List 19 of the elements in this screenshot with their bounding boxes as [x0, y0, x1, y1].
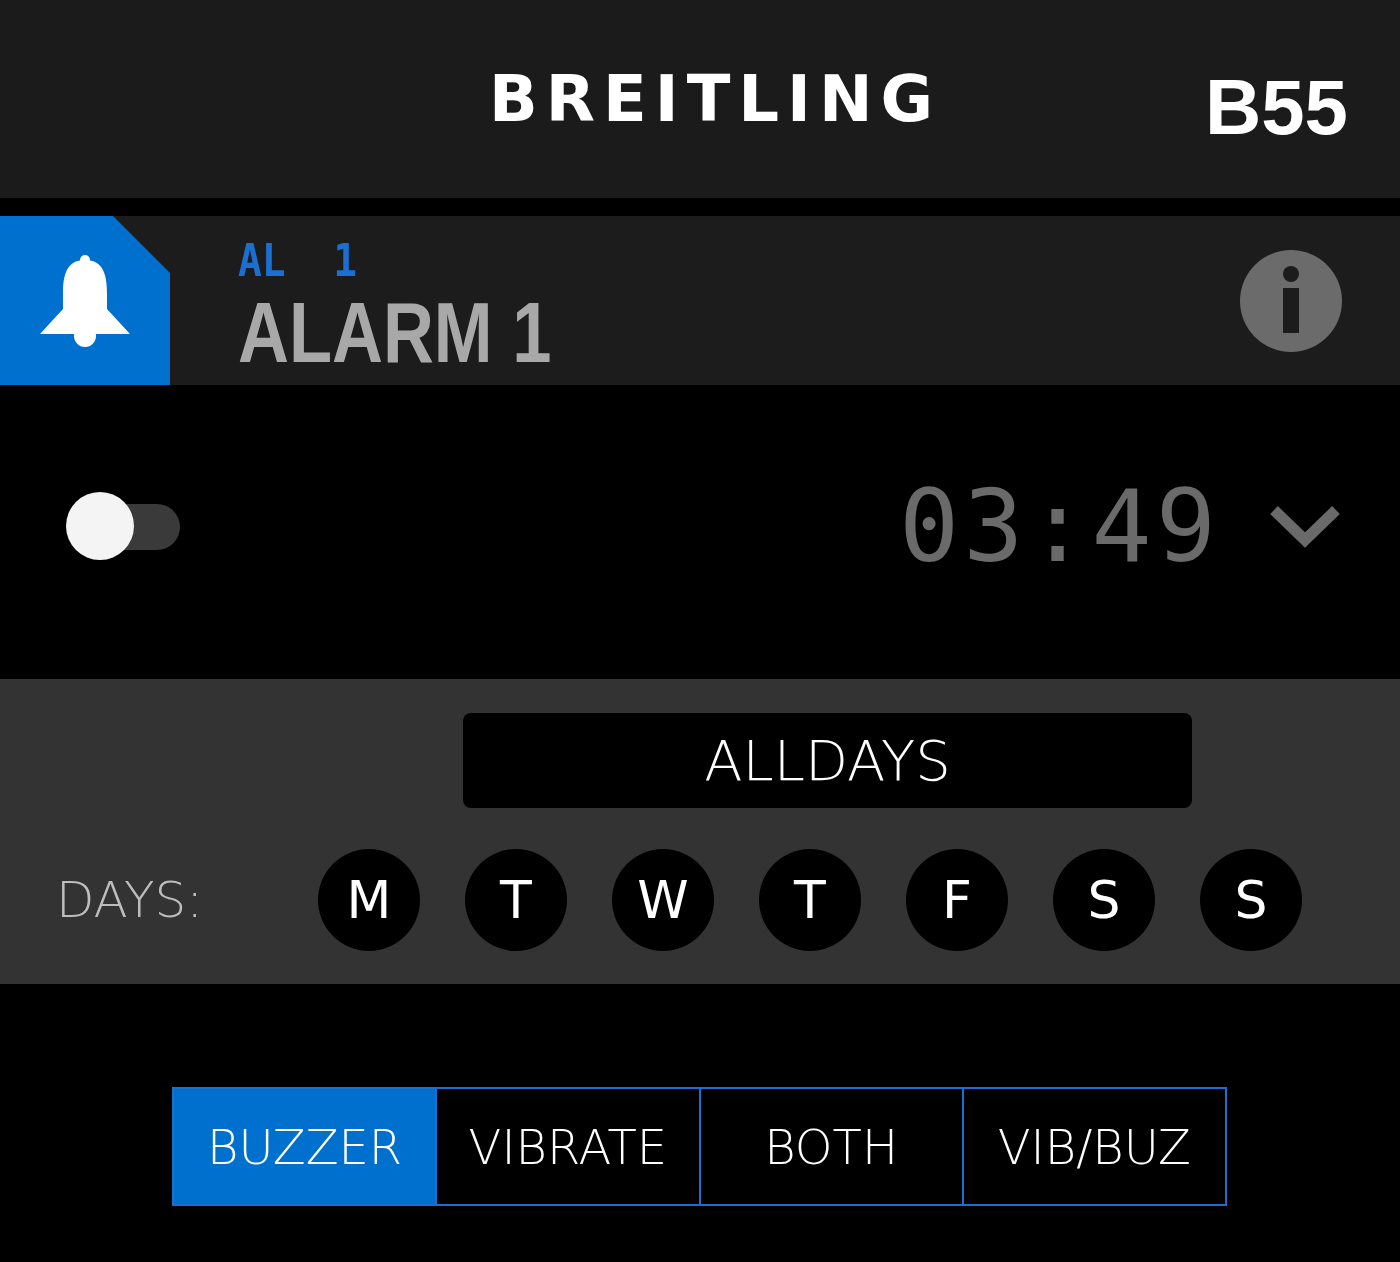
bell-icon [38, 253, 132, 348]
mode-tab[interactable]: BUZZER [174, 1089, 436, 1204]
alarm-code: AL 1 [238, 236, 359, 286]
day-button[interactable]: T [759, 849, 861, 951]
alldays-button[interactable]: ALLDAYS [463, 713, 1192, 808]
alarm-toggle[interactable] [66, 491, 180, 561]
day-button[interactable]: S [1200, 849, 1302, 951]
day-button[interactable]: S [1053, 849, 1155, 951]
alarm-title: ALARM 1 [238, 286, 553, 378]
day-button[interactable]: M [318, 849, 420, 951]
info-icon[interactable] [1240, 249, 1342, 352]
days-label: DAYS: [56, 871, 205, 929]
day-button[interactable]: T [465, 849, 567, 951]
model-name: B55 [1204, 62, 1348, 153]
day-button[interactable]: W [612, 849, 714, 951]
day-button[interactable]: F [906, 849, 1008, 951]
alarm-time[interactable]: 03:49 [898, 467, 1220, 585]
brand-logo: BREITLING [488, 62, 941, 136]
chevron-down-icon[interactable] [1270, 504, 1340, 548]
